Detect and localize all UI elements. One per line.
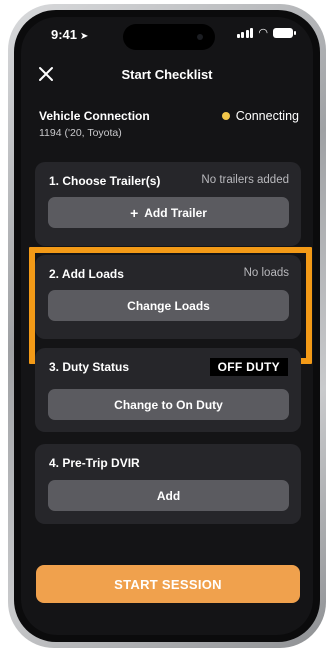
wifi-icon: ◠ (258, 27, 268, 39)
dynamic-island (123, 24, 215, 50)
battery-icon (273, 28, 296, 38)
add-dvir-label: Add (156, 488, 181, 503)
change-duty-button[interactable]: Change to On Duty (48, 389, 289, 420)
start-session-label: START SESSION (114, 576, 222, 592)
status-time: 9:41 ➤ (51, 27, 88, 42)
header: Start Checklist (21, 63, 313, 89)
status-dot-icon (221, 112, 230, 120)
dvir-card: 4. Pre-Trip DVIR Add (35, 444, 301, 524)
duty-status-badge: OFF DUTY (209, 358, 288, 376)
add-trailer-button[interactable]: + Add Trailer (48, 197, 289, 228)
camera-dot (197, 34, 203, 40)
page-title: Start Checklist (121, 67, 213, 82)
signal-icon (236, 28, 254, 38)
connection-status-text: Connecting (235, 109, 299, 123)
change-duty-label: Change to On Duty (114, 397, 223, 412)
duty-card: 3. Duty Status OFF DUTY Change to On Dut… (35, 348, 301, 432)
status-time-text: 9:41 (51, 27, 78, 42)
app-screen: 9:41 ➤ ◠ Start Checklist Vehicle Connecti… (21, 17, 313, 635)
trailer-card: 1. Choose Trailer(s) No trailers added +… (35, 162, 301, 246)
dvir-card-title: 4. Pre-Trip DVIR (49, 456, 140, 470)
start-session-button[interactable]: START SESSION (36, 565, 300, 603)
trailer-status: No trailers added (201, 174, 289, 186)
highlight-annotation-box (29, 247, 312, 364)
connection-status: Connecting (221, 109, 299, 123)
trailer-card-title: 1. Choose Trailer(s) (49, 174, 161, 188)
duty-card-title: 3. Duty Status (49, 360, 130, 374)
vehicle-subtitle: 1194 ('20, Toyota) (39, 127, 122, 139)
location-arrow-icon: ➤ (80, 31, 89, 42)
status-indicators: ◠ (236, 27, 296, 39)
add-dvir-button[interactable]: Add (48, 480, 289, 511)
plus-icon: + (130, 204, 139, 221)
add-trailer-label: Add Trailer (144, 205, 207, 220)
vehicle-connection-title: Vehicle Connection (39, 109, 150, 123)
